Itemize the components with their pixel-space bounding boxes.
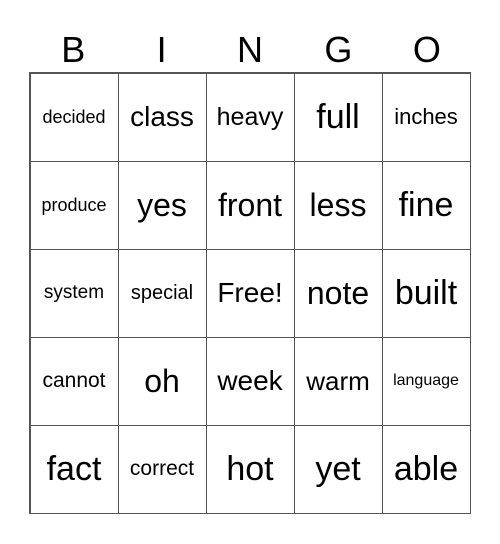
bingo-cell[interactable]: decided	[29, 72, 119, 162]
header-letter-i: I	[156, 29, 167, 70]
bingo-cell[interactable]: built	[381, 248, 471, 338]
bingo-cell[interactable]: yes	[117, 160, 207, 250]
bingo-cell[interactable]: week	[205, 336, 295, 426]
header-letter-g: G	[324, 29, 353, 70]
bingo-cell[interactable]: front	[205, 160, 295, 250]
bingo-cell[interactable]: correct	[117, 424, 207, 514]
bingo-cell[interactable]: fact	[29, 424, 119, 514]
bingo-cell[interactable]: note	[293, 248, 383, 338]
header-letter-o: O	[412, 29, 441, 70]
bingo-cell[interactable]: heavy	[205, 72, 295, 162]
bingo-cell[interactable]: system	[29, 248, 119, 338]
bingo-cell[interactable]: warm	[293, 336, 383, 426]
bingo-cell[interactable]: special	[117, 248, 207, 338]
bingo-cell[interactable]: oh	[117, 336, 207, 426]
bingo-cell[interactable]: fine	[381, 160, 471, 250]
bingo-cell[interactable]: full	[293, 72, 383, 162]
bingo-grid: decided class heavy full inches produce yes fro…	[29, 72, 471, 514]
header-letter-n: N	[237, 29, 264, 70]
bingo-cell[interactable]: less	[293, 160, 383, 250]
bingo-cell[interactable]: cannot	[29, 336, 119, 426]
bingo-header: B I N G O	[29, 28, 471, 72]
bingo-cell[interactable]: yet	[293, 424, 383, 514]
bingo-cell[interactable]: able	[381, 424, 471, 514]
bingo-cell[interactable]: hot	[205, 424, 295, 514]
header-letter-b: B	[61, 29, 86, 70]
bingo-cell[interactable]: language	[381, 336, 471, 426]
bingo-cell[interactable]: produce	[29, 160, 119, 250]
bingo-cell[interactable]: inches	[381, 72, 471, 162]
bingo-cell[interactable]: Free!	[205, 248, 295, 338]
bingo-cell[interactable]: class	[117, 72, 207, 162]
